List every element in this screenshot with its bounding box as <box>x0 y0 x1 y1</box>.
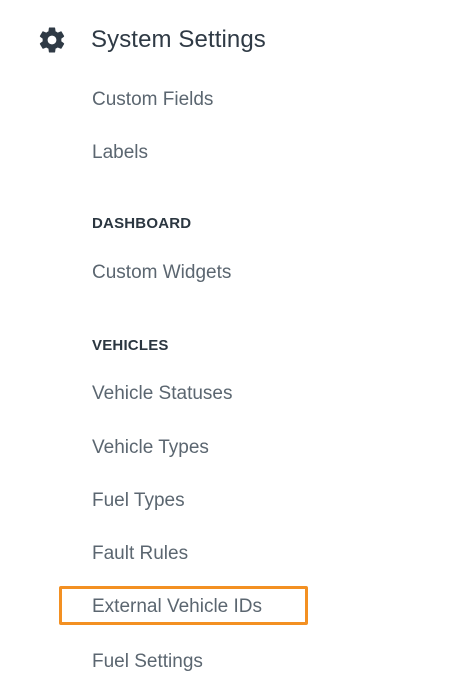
nav-item-vehicle-types[interactable]: Vehicle Types <box>92 436 209 460</box>
nav-item-labels[interactable]: Labels <box>92 141 148 165</box>
section-heading-vehicles: VEHICLES <box>92 337 169 354</box>
nav-item-fault-rules[interactable]: Fault Rules <box>92 542 188 566</box>
settings-header: System Settings <box>34 20 266 60</box>
nav-item-external-vehicle-ids[interactable]: External Vehicle IDs <box>92 595 262 619</box>
gear-icon <box>34 22 70 58</box>
nav-item-fuel-types[interactable]: Fuel Types <box>92 489 185 513</box>
nav-item-custom-fields[interactable]: Custom Fields <box>92 88 213 112</box>
nav-item-custom-widgets[interactable]: Custom Widgets <box>92 261 231 285</box>
nav-item-fuel-settings[interactable]: Fuel Settings <box>92 650 203 674</box>
page-title: System Settings <box>91 26 266 53</box>
section-heading-dashboard: DASHBOARD <box>92 215 192 232</box>
nav-item-vehicle-statuses[interactable]: Vehicle Statuses <box>92 382 232 406</box>
